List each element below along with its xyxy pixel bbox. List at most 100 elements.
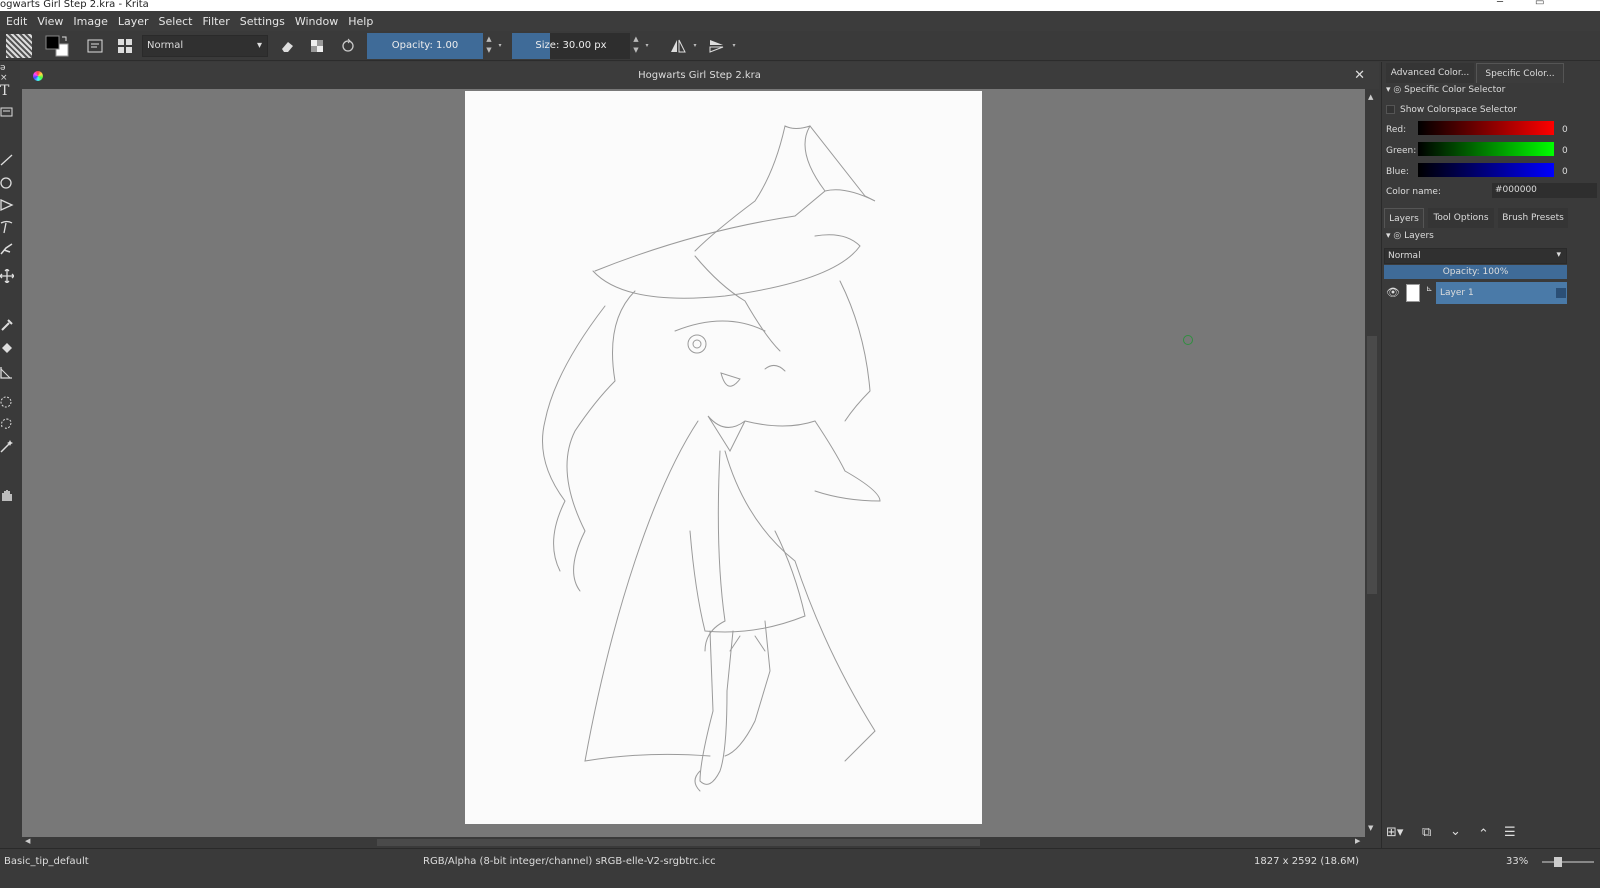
status-zoom[interactable]: 33% <box>1506 856 1528 867</box>
scroll-down-icon[interactable]: ▼ <box>1368 824 1373 832</box>
channel-label-red: Red: <box>1386 125 1407 135</box>
toolbox-close-icon[interactable]: ə × <box>0 63 14 83</box>
color-picker-icon[interactable] <box>0 318 14 332</box>
drawing-paper[interactable] <box>465 91 982 824</box>
mirror-horizontal-icon[interactable] <box>667 34 689 58</box>
show-colorspace-checkbox[interactable]: Show Colorspace Selector <box>1386 105 1517 115</box>
zoom-slider-handle[interactable] <box>1554 857 1562 867</box>
chevron-down-icon: ▾ <box>1556 250 1561 260</box>
red-channel-slider[interactable] <box>1418 121 1554 135</box>
tab-specific-color[interactable]: Specific Color... <box>1476 63 1564 83</box>
menu-image[interactable]: Image <box>73 15 107 28</box>
blend-mode-select[interactable]: Normal ▾ <box>142 35 268 57</box>
scroll-right-icon[interactable]: ▶ <box>1355 837 1360 845</box>
layers-header: ▾ ◎ Layers <box>1386 231 1434 241</box>
layer-thumbnail <box>1406 284 1420 302</box>
tab-tool-options[interactable]: Tool Options <box>1428 208 1494 228</box>
pan-tool-icon[interactable] <box>0 488 14 502</box>
blend-mode-value: Normal <box>147 40 184 51</box>
layer-row[interactable]: 👁 Layer 1 ⊾ <box>1384 282 1567 304</box>
blue-channel-value[interactable]: 0 <box>1562 167 1568 177</box>
menu-edit[interactable]: Edit <box>6 15 27 28</box>
status-colorspace[interactable]: RGB/Alpha (8-bit integer/channel) sRGB-e… <box>423 856 716 867</box>
sketch-artwork <box>542 125 881 792</box>
layer-properties-icon[interactable]: ☰ <box>1504 825 1516 840</box>
add-layer-icon[interactable]: ⊞▾ <box>1386 825 1403 840</box>
pattern-icon[interactable] <box>114 34 136 58</box>
menu-layer[interactable]: Layer <box>118 15 149 28</box>
fg-bg-color-icon[interactable] <box>44 34 70 58</box>
opacity-slider[interactable]: Opacity: 1.00 <box>367 33 483 59</box>
layer-lock-icon[interactable] <box>1556 288 1566 298</box>
vertical-scroll-thumb[interactable] <box>1367 336 1377 594</box>
tab-brush-presets[interactable]: Brush Presets <box>1498 208 1568 228</box>
document-tab[interactable]: Hogwarts Girl Step 2.kra ✕ <box>20 62 1379 89</box>
layer-opacity-slider[interactable]: Opacity: 100% <box>1384 265 1567 279</box>
layer-name-label: Layer 1 <box>1440 288 1474 298</box>
move-layer-up-icon[interactable]: ⌃ <box>1478 827 1489 842</box>
vertical-scrollbar[interactable]: ▲ ▼ <box>1365 89 1379 837</box>
mirror-v-menu-icon[interactable]: ▾ <box>729 34 739 58</box>
fill-tool-icon[interactable] <box>0 341 14 355</box>
gradient-icon[interactable] <box>84 34 106 58</box>
magic-wand-icon[interactable] <box>0 439 14 453</box>
mirror-h-menu-icon[interactable]: ▾ <box>690 34 700 58</box>
tab-advanced-color[interactable]: Advanced Color... <box>1386 63 1474 83</box>
assistant-tool-icon[interactable] <box>0 105 14 119</box>
horizontal-scrollbar[interactable]: ◀ ▶ <box>22 837 1365 848</box>
move-layer-down-icon[interactable]: ⌄ <box>1450 824 1461 839</box>
blue-channel-slider[interactable] <box>1418 163 1554 177</box>
layer-name[interactable]: Layer 1 <box>1436 282 1567 304</box>
show-colorspace-label: Show Colorspace Selector <box>1400 105 1517 115</box>
zoom-slider[interactable] <box>1542 861 1594 863</box>
canvas[interactable] <box>22 89 1365 837</box>
status-brush-name[interactable]: Basic_tip_default <box>4 856 89 867</box>
bezier-tool-icon[interactable] <box>0 220 14 234</box>
brush-preset-icon[interactable] <box>6 34 32 58</box>
tab-layers[interactable]: Layers <box>1384 208 1424 228</box>
opacity-spin-arrows[interactable]: ▲ ▼ <box>484 34 494 58</box>
red-channel-value[interactable]: 0 <box>1562 125 1568 135</box>
size-spin-arrows[interactable]: ▲ ▼ <box>631 34 641 58</box>
ellipse-select-icon[interactable] <box>0 395 14 409</box>
line-tool-icon[interactable] <box>0 153 14 167</box>
green-channel-slider[interactable] <box>1418 142 1554 156</box>
menu-select[interactable]: Select <box>159 15 193 28</box>
menu-filter[interactable]: Filter <box>202 15 229 28</box>
title-bar: ogwarts Girl Step 2.kra - Krita ─ ▭ <box>0 0 1600 11</box>
scroll-left-icon[interactable]: ◀ <box>25 837 30 845</box>
measure-tool-icon[interactable] <box>0 366 14 380</box>
menu-settings[interactable]: Settings <box>240 15 285 28</box>
minimize-icon[interactable]: ─ <box>1497 0 1503 8</box>
color-name-input[interactable]: #000000 <box>1492 183 1597 198</box>
visibility-eye-icon[interactable]: 👁 <box>1386 286 1400 299</box>
text-tool-icon[interactable]: T <box>0 83 14 99</box>
scroll-up-icon[interactable]: ▲ <box>1368 93 1373 101</box>
mirror-vertical-icon[interactable] <box>706 34 728 58</box>
green-channel-value[interactable]: 0 <box>1562 146 1568 156</box>
krita-window: ogwarts Girl Step 2.kra - Krita ─ ▭ Edit… <box>0 0 1600 888</box>
freehand-path-icon[interactable] <box>0 242 14 256</box>
size-menu-icon[interactable]: ▾ <box>642 34 652 58</box>
menu-view[interactable]: View <box>37 15 63 28</box>
ellipse-tool-icon[interactable] <box>0 176 14 190</box>
close-document-icon[interactable]: ✕ <box>1354 62 1365 89</box>
horizontal-scroll-thumb[interactable] <box>377 839 980 846</box>
eraser-icon[interactable] <box>276 34 298 58</box>
reload-preset-icon[interactable] <box>337 34 359 58</box>
maximize-icon[interactable]: ▭ <box>1535 0 1544 8</box>
opacity-slider-label: Opacity: 1.00 <box>391 40 459 51</box>
duplicate-layer-icon[interactable]: ⧉ <box>1422 825 1431 840</box>
checkbox-box <box>1386 105 1395 114</box>
layer-blend-mode-select[interactable]: Normal ▾ <box>1384 248 1567 264</box>
menu-window[interactable]: Window <box>295 15 338 28</box>
menu-help[interactable]: Help <box>348 15 373 28</box>
document-area: Hogwarts Girl Step 2.kra ✕ ▲ ▼ ◀ ▶ <box>20 62 1379 848</box>
size-slider[interactable]: Size: 30.00 px <box>512 33 630 59</box>
preserve-alpha-icon[interactable] <box>306 34 328 58</box>
channel-label-blue: Blue: <box>1386 167 1409 177</box>
opacity-menu-icon[interactable]: ▾ <box>495 34 505 58</box>
polyline-tool-icon[interactable] <box>0 198 14 212</box>
freehand-select-icon[interactable] <box>0 417 14 431</box>
move-tool-icon[interactable] <box>0 268 15 284</box>
